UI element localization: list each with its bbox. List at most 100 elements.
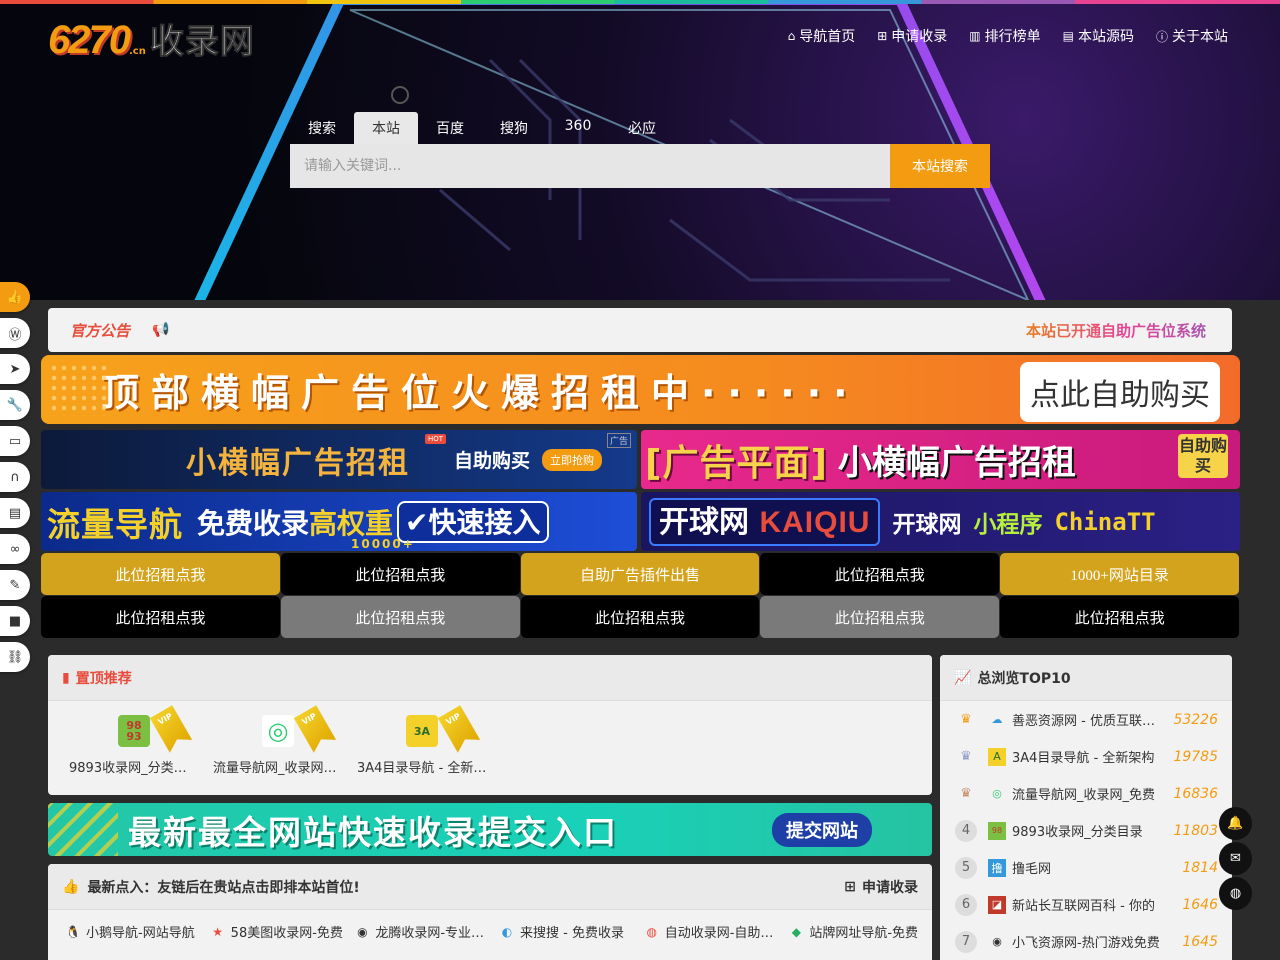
ad-fast-badge: ✔快速接入 [397, 500, 549, 543]
top10-row[interactable]: ♛ A 3A4目录导航 - 全新架构 19785 [940, 738, 1232, 775]
latest-site[interactable]: ◆ 站牌网址导航-免费 [787, 922, 932, 942]
wordpress-icon[interactable]: Ⓦ [0, 318, 30, 348]
text-link[interactable]: 此位招租点我 [760, 596, 1000, 638]
text-link[interactable]: 此位招租点我 [1000, 596, 1239, 638]
latest-site[interactable]: ◉ 龙腾收录网-专业收录 [353, 922, 498, 942]
hdd-icon[interactable]: ▭ [0, 426, 30, 456]
site-favicon: ◪ [988, 895, 1006, 914]
penguin-icon: 🐧 [65, 924, 81, 939]
bell-icon[interactable]: 🔔 [1219, 807, 1252, 840]
text-link[interactable]: 1000+网站目录 [1000, 553, 1239, 595]
view-count: 1645 [1182, 933, 1218, 950]
vip-badge: VIP [438, 705, 481, 753]
site-favicon: 98 [988, 821, 1006, 840]
text-link[interactable]: 此位招租点我 [520, 596, 760, 638]
view-count: 1646 [1182, 896, 1218, 913]
top10-row[interactable]: 7 ◉ 小飞资源网-热门游戏免费 1645 [940, 923, 1232, 960]
pinned-site[interactable]: 3A VIP 3A4目录导航 - 全新架构 [350, 715, 494, 776]
latest-site[interactable]: ◐ 来搜搜 - 免费收录 [498, 922, 643, 942]
submit-site-banner[interactable]: 最新最全网站快速收录提交入口 提交网站 [48, 803, 932, 856]
top10-row[interactable]: 6 ◪ 新站长互联网百科 - 你的 1646 [940, 886, 1232, 923]
top10-row[interactable]: 5 撸 撸毛网 1814 [940, 849, 1232, 886]
kaiqiu-logo: 开球网 KAIQIU [649, 497, 881, 546]
search-input[interactable] [290, 144, 890, 188]
home-icon: ⌂ [787, 29, 796, 43]
rank-number: 6 [955, 893, 977, 916]
wrench-icon[interactable]: 🔧 [0, 390, 30, 420]
notice-text[interactable]: 本站已开通自助广告位系统 [1026, 320, 1222, 341]
text-link[interactable]: 此位招租点我 [280, 596, 520, 638]
tab-search[interactable]: 搜索 [290, 112, 354, 144]
ad-name: 开球网 [892, 511, 962, 538]
top-ad-buy-button[interactable]: 点此自助购买 [1020, 362, 1220, 422]
ad-cta-button[interactable]: 自助购买 [1178, 434, 1228, 478]
plus-square-icon: ⊞ [877, 29, 888, 43]
tab-360[interactable]: 360 [546, 112, 610, 144]
text-link[interactable]: 此位招租点我 [760, 553, 1000, 595]
ad-banner-plane[interactable]: [广告平面] 小横幅广告招租 自助购买 [641, 430, 1240, 489]
latest-site[interactable]: ★ 58美图收录网-免费 [209, 922, 354, 942]
link-icon[interactable]: ∞ [0, 534, 30, 564]
nav-ranking[interactable]: ▥ 排行榜单 [969, 26, 1040, 46]
nav-label: 导航首页 [799, 29, 856, 45]
tab-site[interactable]: 本站 [354, 112, 418, 144]
panel-header: ▮ 置顶推荐 [48, 655, 932, 701]
site-name: 3A4目录导航 - 全新架构 [357, 761, 487, 776]
site-name: 新站长互联网百科 - 你的 [1012, 899, 1155, 914]
book-icon[interactable]: ▤ [0, 498, 30, 528]
logo-suffix: .cn [128, 46, 146, 57]
nav-source[interactable]: ▤ 本站源码 [1063, 26, 1134, 46]
kaiqiu-logo-cn: 开球网 [659, 504, 749, 540]
panel-header: 👍 最新点入：友链后在贵站点击即排本站首位! ⊞ 申请收录 [48, 864, 932, 910]
search-button[interactable]: 本站搜索 [890, 144, 990, 188]
text-link[interactable]: 自助广告插件出售 [520, 553, 760, 595]
ad-weight-text: 高权重 [309, 506, 394, 540]
apply-label: 申请收录 [862, 879, 918, 896]
tab-baidu[interactable]: 百度 [418, 112, 482, 144]
tab-bing[interactable]: 必应 [610, 112, 674, 144]
thumbs-up-icon[interactable]: 👍 [0, 282, 30, 312]
ad-buy-text: 自助购买 [454, 450, 531, 472]
apply-link[interactable]: ⊞ 申请收录 [844, 877, 918, 897]
video-icon[interactable]: ■ [0, 606, 30, 636]
text-link[interactable]: 此位招租点我 [41, 553, 280, 595]
nav-home[interactable]: ⌂ 导航首页 [788, 26, 856, 46]
top-ad-banner[interactable]: 顶部横幅广告位火爆招租中······ 点此自助购买 [41, 355, 1240, 424]
tab-sogou[interactable]: 搜狗 [482, 112, 546, 144]
site-favicon: 3A [406, 715, 438, 747]
nav-label: 关于本站 [1172, 29, 1228, 45]
text-link[interactable]: 此位招租点我 [280, 553, 520, 595]
paint-brush-icon[interactable]: ✎ [0, 570, 30, 600]
crown-gold-icon: ♛ [960, 712, 972, 727]
site-logo[interactable]: 6270 .cn 收录网 [48, 14, 255, 63]
search-bar: 本站搜索 [290, 144, 990, 188]
text-link[interactable]: 此位招租点我 [41, 596, 280, 638]
top-ad-text: 顶部横幅广告位火爆招租中······ [101, 371, 860, 415]
top10-row[interactable]: ♛ ◎ 流量导航网_收录网_免费 16836 [940, 775, 1232, 812]
submit-site-button[interactable]: 提交网站 [772, 813, 872, 847]
paper-plane-icon[interactable]: ➤ [0, 354, 30, 384]
headphones-icon[interactable]: ∩ [0, 462, 30, 492]
globe-icon: ◉ [357, 924, 368, 939]
site-name: 流量导航网_收录网_免费 [213, 761, 343, 776]
nav-about[interactable]: ⓘ 关于本站 [1156, 26, 1228, 46]
wechat-icon[interactable]: ◍ [1219, 877, 1252, 910]
pinned-site[interactable]: ◎ VIP 流量导航网_收录网_免费 [206, 715, 350, 776]
chain-icon[interactable]: ⛓ [0, 642, 30, 672]
ad-banner-traffic-nav[interactable]: 流量导航 免费收录 高权重 ✔快速接入 10000+ [41, 492, 637, 551]
top10-row[interactable]: ♛ ☁ 善恶资源网 - 优质互联网资源 53226 [940, 701, 1232, 738]
ad-banner-kaiqiu[interactable]: 开球网 KAIQIU 开球网 小程序 ChinaTT [641, 492, 1240, 551]
site-favicon: ◎ [992, 787, 1002, 800]
ad-banner-small-rent[interactable]: 小横幅广告招租 HOT 自助购买 立即抢购 广告 [41, 430, 637, 489]
ad-cta-button[interactable]: 立即抢购 [542, 448, 603, 471]
top10-row[interactable]: 4 98 9893收录网_分类目录 11803 [940, 812, 1232, 849]
left-tool-rail: 👍 Ⓦ ➤ 🔧 ▭ ∩ ▤ ∞ ✎ ■ ⛓ [0, 282, 30, 672]
nav-apply[interactable]: ⊞ 申请收录 [877, 26, 947, 46]
latest-site[interactable]: 🐧 小鹅导航-网站导航 [64, 922, 209, 942]
ad-title: 流量导航 [47, 504, 183, 544]
right-float-tools: 🔔 ✉ ◍ [1219, 807, 1252, 910]
pinned-site[interactable]: 98 93 VIP 9893收录网_分类目录 [62, 715, 206, 776]
envelope-icon[interactable]: ✉ [1219, 842, 1252, 875]
nav-label: 申请收录 [891, 29, 948, 45]
latest-site[interactable]: ◍ 自动收录网-自助收录 [643, 922, 788, 942]
